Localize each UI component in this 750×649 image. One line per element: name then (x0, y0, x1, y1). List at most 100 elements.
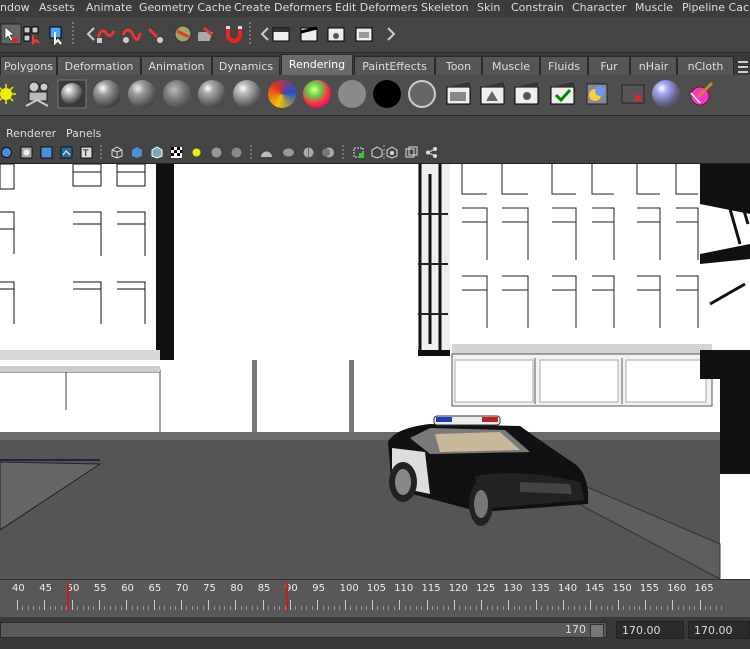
snap-grid-icon[interactable] (94, 23, 116, 45)
current-frame-marker[interactable] (67, 582, 69, 612)
blinn-icon[interactable] (93, 80, 121, 108)
ramp-shader-icon[interactable] (303, 80, 331, 108)
render-clapper-icon[interactable] (444, 79, 474, 109)
lambert-icon[interactable] (163, 80, 191, 108)
paint-brush-icon[interactable] (686, 79, 716, 109)
render-settings-icon[interactable] (512, 79, 542, 109)
animation-end-field[interactable]: 170.00 (688, 621, 750, 639)
menu-geometry-cache[interactable]: Geometry Cache (139, 1, 232, 14)
timeline-minor-tick (715, 606, 717, 610)
viewport-panel[interactable] (0, 164, 750, 579)
range-slider[interactable]: 170 (0, 622, 607, 638)
time-slider[interactable]: 40 45 50 55 60 65 70 75 80 85 90 95 100 105 110 115 120 1… (0, 579, 750, 618)
menu-assets[interactable]: Assets (39, 1, 75, 14)
playback-end-field[interactable]: 170.00 (616, 621, 684, 639)
camera-icon[interactable] (22, 79, 52, 109)
tab-polygons[interactable]: Polygons (0, 56, 57, 75)
menu-pipeline-cache[interactable]: Pipeline Cache (682, 1, 750, 14)
menu-skeleton[interactable]: Skeleton (421, 1, 469, 14)
menu-panels[interactable]: Panels (66, 127, 101, 140)
snap-surface-icon[interactable] (198, 23, 220, 45)
tab-fur[interactable]: Fur (588, 56, 630, 75)
timeline-minor-tick (158, 606, 160, 610)
tab-painteffects[interactable]: PaintEffects (354, 56, 435, 75)
tab-fluids[interactable]: Fluids (540, 56, 588, 75)
text-icon[interactable]: T (80, 146, 93, 159)
select-arrow-icon[interactable] (0, 23, 22, 45)
magnet-icon[interactable] (223, 23, 245, 45)
snap-point-icon[interactable] (145, 23, 167, 45)
node-graph-icon[interactable] (425, 146, 438, 159)
hypershade-icon[interactable] (582, 79, 612, 109)
xray-icon[interactable] (370, 146, 383, 159)
tab-toon[interactable]: Toon (435, 56, 482, 75)
phong-icon[interactable] (128, 80, 156, 108)
tab-muscle[interactable]: Muscle (482, 56, 540, 75)
isolate-select-icon[interactable] (352, 146, 365, 159)
light-icon[interactable] (0, 79, 24, 109)
wireframe-on-shaded-icon[interactable] (150, 146, 163, 159)
timeline-tick (426, 600, 428, 610)
bookmark-icon[interactable] (40, 146, 53, 159)
render-frame-icon[interactable] (270, 23, 292, 45)
shading-map-icon[interactable] (408, 80, 436, 108)
timeline-minor-tick (541, 606, 543, 610)
camera-select-icon[interactable] (0, 146, 13, 159)
textured-icon[interactable] (170, 146, 183, 159)
render-settings-icon[interactable] (325, 23, 347, 45)
menu-renderer[interactable]: Renderer (6, 127, 56, 140)
render-sphere-icon[interactable] (57, 79, 87, 109)
delete-render-icon[interactable] (618, 79, 648, 109)
anisotropic-icon[interactable] (233, 80, 261, 108)
menu-edit-deformers[interactable]: Edit Deformers (335, 1, 418, 14)
frame-marker (286, 582, 288, 612)
menu-animate[interactable]: Animate (86, 1, 132, 14)
surface-shader-icon[interactable] (338, 80, 366, 108)
menu-constrain[interactable]: Constrain (511, 1, 564, 14)
phong-e-icon[interactable] (198, 80, 226, 108)
all-lights-icon[interactable] (210, 146, 223, 159)
menu-muscle[interactable]: Muscle (635, 1, 673, 14)
menu-character[interactable]: Character (572, 1, 626, 14)
tab-nhair[interactable]: nHair (630, 56, 677, 75)
xray-components-icon[interactable] (405, 146, 418, 159)
paint-select-icon[interactable] (46, 23, 68, 45)
shader-library-icon[interactable] (652, 80, 680, 108)
tab-rendering[interactable]: Rendering (281, 54, 353, 75)
layered-shader-icon[interactable] (268, 80, 296, 108)
timeline-minor-tick (666, 606, 668, 610)
tab-deformation[interactable]: Deformation (57, 56, 141, 75)
ipr-render-icon[interactable] (478, 79, 508, 109)
menu-skin[interactable]: Skin (477, 1, 500, 14)
lasso-icon[interactable] (21, 23, 43, 45)
high-quality-icon[interactable] (260, 146, 273, 159)
ambient-occlusion-icon[interactable] (282, 146, 295, 159)
smooth-shade-icon[interactable] (130, 146, 143, 159)
camera-attributes-icon[interactable] (20, 146, 33, 159)
ipr-render-icon[interactable] (298, 23, 320, 45)
use-background-icon[interactable] (373, 80, 401, 108)
motion-blur-icon[interactable] (302, 146, 315, 159)
shadows-icon[interactable] (230, 146, 243, 159)
default-lighting-icon[interactable] (190, 146, 203, 159)
batch-render-icon[interactable] (548, 79, 578, 109)
menu-create-deformers[interactable]: Create Deformers (234, 1, 332, 14)
snap-plane-icon[interactable] (172, 23, 194, 45)
snap-curve-icon[interactable] (120, 23, 142, 45)
range-handle[interactable] (590, 624, 604, 638)
wireframe-icon[interactable] (110, 146, 123, 159)
arrow-right-icon[interactable] (380, 23, 402, 45)
render-view-icon[interactable] (353, 23, 375, 45)
timeline-minor-tick (38, 606, 40, 610)
tab-dynamics[interactable]: Dynamics (212, 56, 280, 75)
xray-joints-icon[interactable] (385, 146, 398, 159)
tab-ncloth[interactable]: nCloth (677, 56, 734, 75)
timeline-tick-label: 40 (12, 583, 25, 594)
menu-window[interactable]: ndow (0, 1, 30, 14)
timeline-minor-tick (694, 606, 696, 610)
timeline-minor-tick (366, 606, 368, 610)
image-plane-icon[interactable] (60, 146, 73, 159)
depth-of-field-icon[interactable] (322, 146, 335, 159)
tab-animation[interactable]: Animation (141, 56, 212, 75)
shelf-menu-icon[interactable] (738, 58, 748, 73)
